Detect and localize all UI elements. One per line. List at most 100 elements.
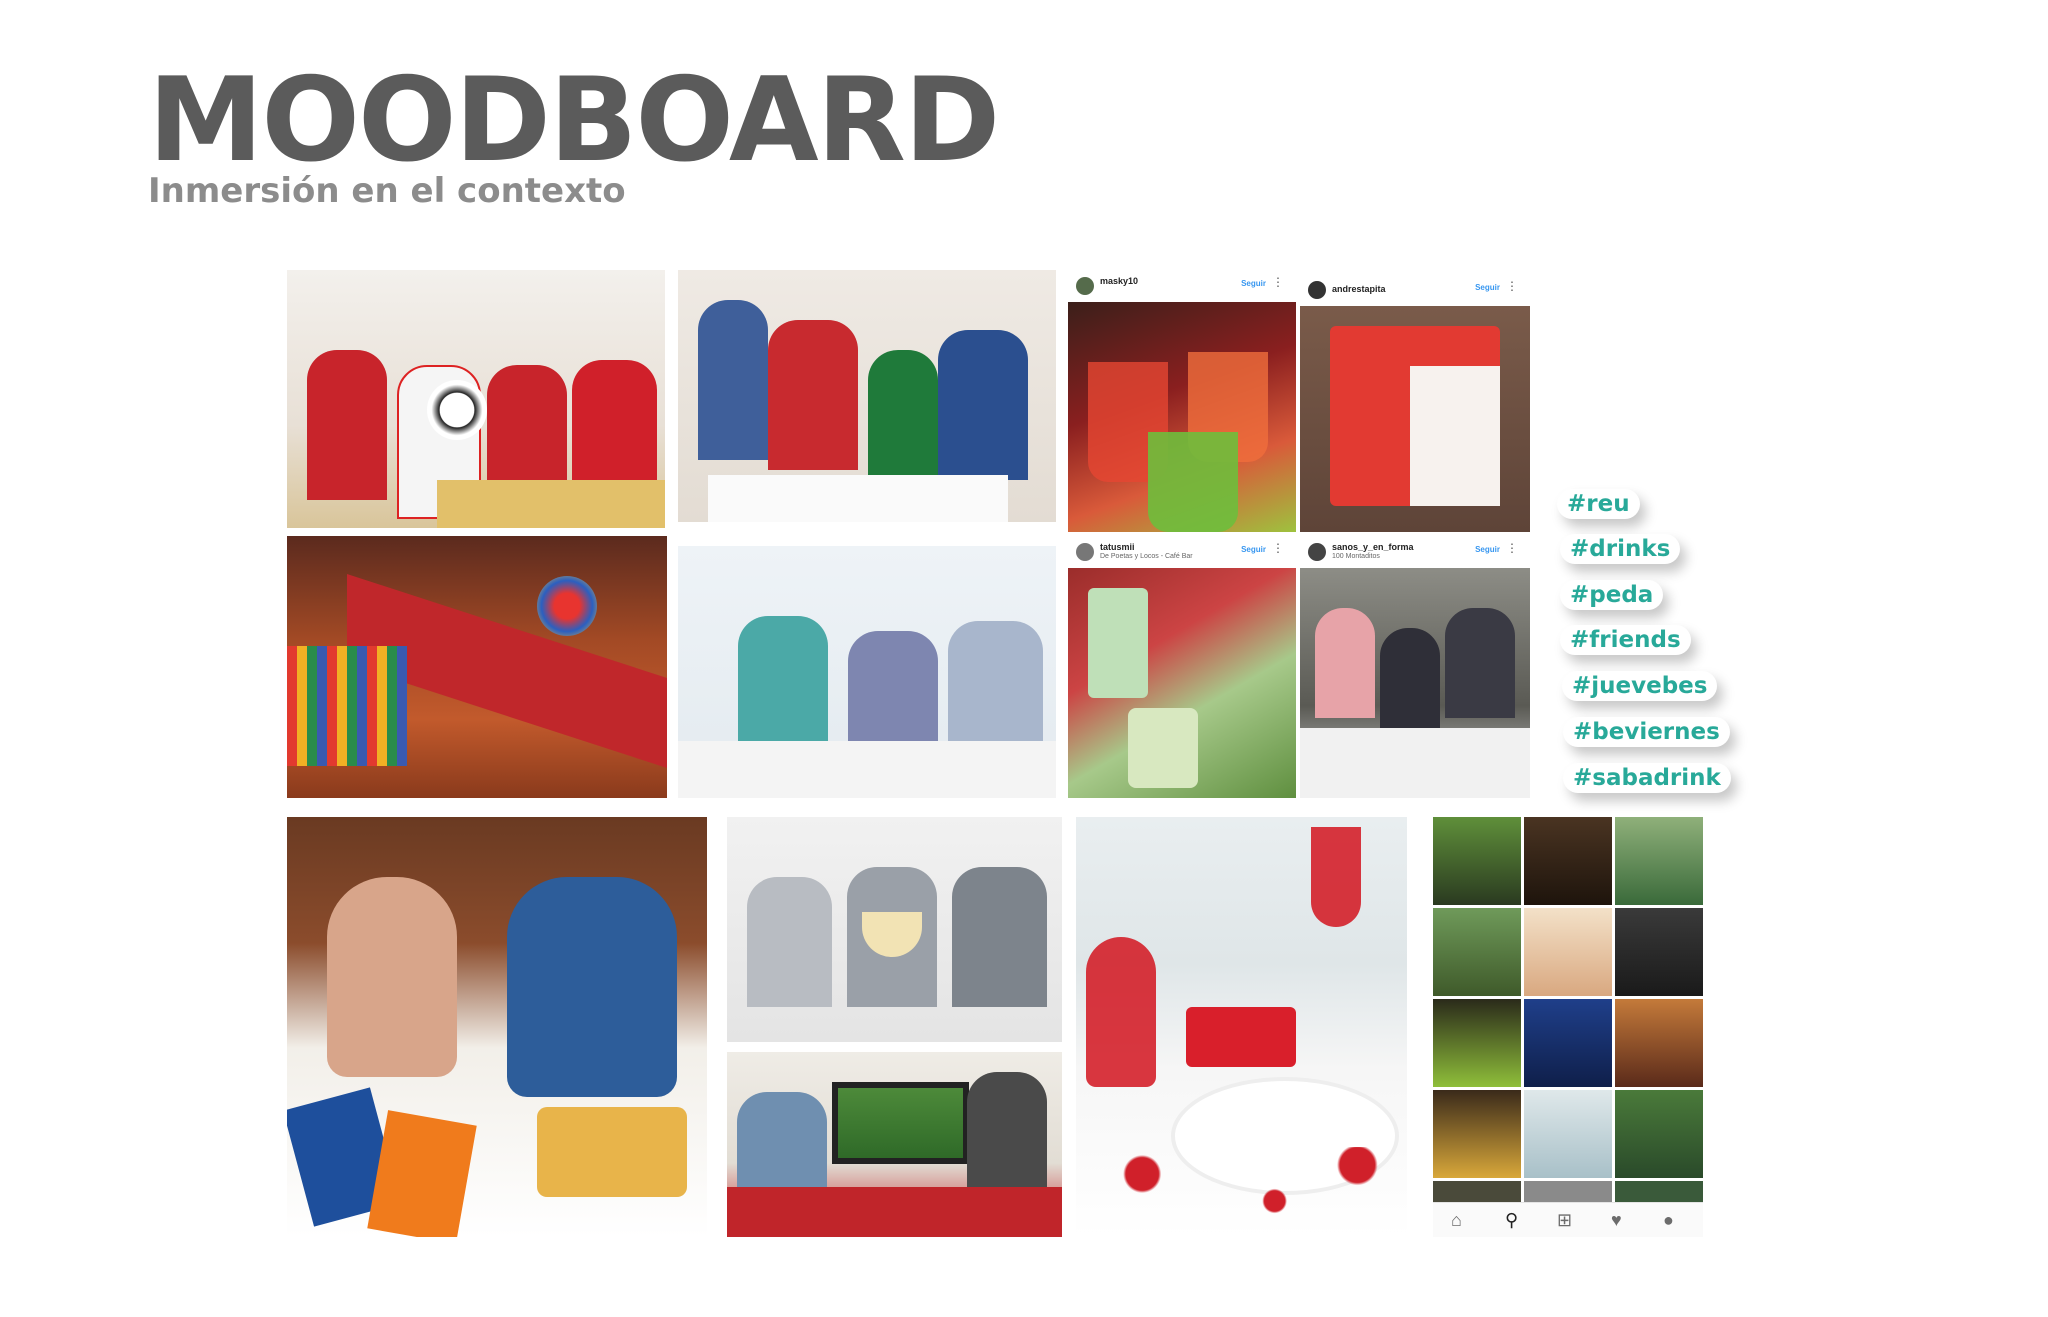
fan-shirt [307,350,387,500]
sofa [727,1187,1062,1237]
grid-photo[interactable] [1433,817,1521,905]
post-header: masky10 Seguir ⋮ [1068,270,1296,302]
rose-petals [1076,1147,1407,1237]
more-icon[interactable]: ⋮ [1506,541,1518,555]
wine-glass [1086,937,1156,1087]
post-location[interactable]: De Poetas y Locos - Café Bar [1100,553,1193,560]
search-icon[interactable]: ⚲ [1505,1209,1518,1231]
post-header: sanos_y_en_forma 100 Montaditos Seguir ⋮ [1300,536,1530,568]
follow-button[interactable]: Seguir [1475,283,1500,292]
photo-friends-popcorn [727,817,1062,1042]
instagram-explore-grid: ⌂ ⚲ ⊞ ♥ ● [1433,817,1703,1237]
post-username[interactable]: tatusmii [1100,542,1135,552]
hashtag-drinks[interactable]: #drinks [1560,534,1681,564]
grid-photo[interactable] [1433,999,1521,1087]
pizza [537,1107,687,1197]
gift-box-side [1410,366,1500,506]
hashtag-sabadrink[interactable]: #sabadrink [1563,763,1731,793]
grid-photo[interactable] [1433,1090,1521,1178]
post-location[interactable]: 100 Montaditos [1332,553,1380,560]
post-header: tatusmii De Poetas y Locos - Café Bar Se… [1068,536,1296,568]
coffee-table [708,475,1008,522]
person [1380,628,1440,728]
follow-button[interactable]: Seguir [1475,545,1500,554]
instagram-post[interactable]: sanos_y_en_forma 100 Montaditos Seguir ⋮ [1300,536,1530,798]
photo-buffet [287,536,667,798]
glass [1148,432,1238,532]
grid-photo[interactable] [1524,999,1612,1087]
person [737,1092,827,1192]
grid-photo[interactable] [1433,1181,1521,1203]
tv-screen [832,1082,969,1164]
serape [287,646,407,766]
sofa [678,741,1056,798]
post-image-tea [1068,568,1296,798]
hashtag-juevebes[interactable]: #juevebes [1562,671,1718,701]
post-username[interactable]: sanos_y_en_forma [1332,542,1414,552]
profile-icon[interactable]: ● [1663,1209,1674,1231]
more-icon[interactable]: ⋮ [1506,279,1518,293]
more-icon[interactable]: ⋮ [1272,275,1284,289]
photo-watching-soccer-tv [727,1052,1062,1237]
grid-photo[interactable] [1433,908,1521,996]
grid-photo[interactable] [1615,1181,1703,1203]
person [848,631,938,751]
soccer-ball [427,380,487,440]
hashtag-reu[interactable]: #reu [1557,489,1640,519]
heart-icon[interactable]: ♥ [1611,1209,1622,1231]
avatar [1076,277,1094,295]
avatar [1308,543,1326,561]
person [952,867,1047,1007]
grid-photo[interactable] [1615,1090,1703,1178]
person [507,877,677,1097]
post-username[interactable]: masky10 [1100,276,1138,286]
hashtag-beviernes[interactable]: #beviernes [1563,717,1730,747]
grid-photo[interactable] [1524,1090,1612,1178]
person [1315,608,1375,718]
person [868,350,938,480]
post-image-gift-box [1300,306,1530,532]
instagram-post[interactable]: masky10 Seguir ⋮ [1068,270,1296,532]
grid-photo[interactable] [1524,1181,1612,1203]
instagram-post[interactable]: tatusmii De Poetas y Locos - Café Bar Se… [1068,536,1296,798]
post-username[interactable]: andrestapita [1332,284,1386,294]
instagram-nav-bar: ⌂ ⚲ ⊞ ♥ ● [1433,1202,1703,1237]
grid-photo[interactable] [1615,999,1703,1087]
grid-photo[interactable] [1615,908,1703,996]
follow-button[interactable]: Seguir [1241,279,1266,288]
home-icon[interactable]: ⌂ [1451,1209,1462,1231]
grid-photo[interactable] [1524,817,1612,905]
chips-bag [367,1110,477,1237]
snacks [437,480,665,528]
photo-valentine-table [1076,817,1407,1237]
person [738,616,828,746]
love-sign [1186,1007,1296,1067]
page-subtitle: Inmersión en el contexto [148,171,626,211]
follow-button[interactable]: Seguir [1241,545,1266,554]
photo-gamers-celebrating [678,546,1056,798]
post-image-group [1300,568,1530,798]
grid-photo[interactable] [1615,817,1703,905]
hashtag-peda[interactable]: #peda [1560,580,1664,610]
tea-can [1088,588,1148,698]
person [768,320,858,470]
table [1300,728,1530,798]
person [327,877,457,1077]
photo-soccer-fans [287,270,665,528]
page-title: MOODBOARD [148,53,1000,188]
tea-cup [1128,708,1198,788]
person [747,877,832,1007]
avatar [1076,543,1094,561]
more-icon[interactable]: ⋮ [1272,541,1284,555]
add-icon[interactable]: ⊞ [1557,1209,1572,1231]
grid-photo[interactable] [1524,908,1612,996]
post-header: andrestapita Seguir ⋮ [1300,274,1530,306]
wine-glass [1311,827,1361,927]
photo-friends-cheering [678,270,1056,522]
post-image-drinks [1068,302,1296,532]
flowers [537,576,597,636]
person [948,621,1043,751]
avatar [1308,281,1326,299]
instagram-post[interactable]: andrestapita Seguir ⋮ [1300,274,1530,532]
hashtag-friends[interactable]: #friends [1560,625,1691,655]
